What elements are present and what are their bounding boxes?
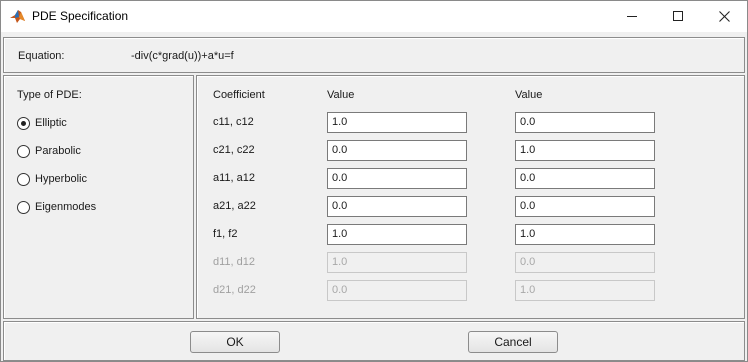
matlab-logo-icon xyxy=(9,8,26,25)
coefficient-value-1-field[interactable]: 1.0 xyxy=(327,112,467,133)
value-column-header-2: Value xyxy=(515,89,543,101)
radio-label: Parabolic xyxy=(35,145,81,157)
dialog-window: PDE Specification Equation: -div(c*grad(… xyxy=(0,0,748,362)
coefficient-name: f1, f2 xyxy=(213,228,238,240)
coefficient-value-1-field[interactable]: 0.0 xyxy=(327,168,467,189)
coefficient-value-2-field[interactable]: 0.0 xyxy=(515,168,655,189)
coefficient-value-1-field[interactable]: 0.0 xyxy=(327,140,467,161)
coefficient-value-2-field[interactable]: 1.0 xyxy=(515,224,655,245)
equation-label: Equation: xyxy=(18,50,65,62)
coefficient-value-2-field-disabled: 1.0 xyxy=(515,280,655,301)
coefficient-value-2-field-disabled: 0.0 xyxy=(515,252,655,273)
cancel-button[interactable]: Cancel xyxy=(468,331,558,353)
pde-type-panel: Type of PDE: Elliptic Parabolic Hyperbol… xyxy=(3,75,194,319)
equation-value: -div(c*grad(u))+a*u=f xyxy=(131,50,234,62)
maximize-button[interactable] xyxy=(655,1,701,32)
coefficient-value-1-field-disabled: 1.0 xyxy=(327,252,467,273)
radio-label: Hyperbolic xyxy=(35,173,87,185)
radio-eigenmodes[interactable]: Eigenmodes xyxy=(17,199,96,215)
coefficient-name-disabled: d21, d22 xyxy=(213,284,256,296)
radio-label: Eigenmodes xyxy=(35,201,97,213)
title-bar[interactable]: PDE Specification xyxy=(1,1,747,32)
radio-label: Elliptic xyxy=(35,117,67,129)
ok-button[interactable]: OK xyxy=(190,331,280,353)
radio-hyperbolic[interactable]: Hyperbolic xyxy=(17,171,87,187)
coefficient-name: a11, a12 xyxy=(213,172,256,184)
radio-unselected-icon[interactable] xyxy=(17,200,30,214)
coefficient-panel: Coefficient Value Value c11, c12 1.0 0.0… xyxy=(196,75,745,319)
coefficient-value-2-field[interactable]: 1.0 xyxy=(515,140,655,161)
pde-type-label: Type of PDE: xyxy=(17,89,82,101)
value-column-header-1: Value xyxy=(327,89,355,101)
equation-panel: Equation: -div(c*grad(u))+a*u=f xyxy=(3,37,745,73)
radio-unselected-icon[interactable] xyxy=(17,172,30,186)
radio-unselected-icon[interactable] xyxy=(17,144,30,158)
coefficient-value-1-field-disabled: 0.0 xyxy=(327,280,467,301)
radio-selected-icon[interactable] xyxy=(17,116,30,130)
coefficient-name: c11, c12 xyxy=(213,116,254,128)
coefficient-value-2-field[interactable]: 0.0 xyxy=(515,112,655,133)
close-button[interactable] xyxy=(701,1,747,32)
radio-elliptic[interactable]: Elliptic xyxy=(17,115,67,131)
coefficient-value-1-field[interactable]: 1.0 xyxy=(327,224,467,245)
coefficient-name: a21, a22 xyxy=(213,200,256,212)
coefficient-name-disabled: d11, d12 xyxy=(213,256,256,268)
coefficient-name: c21, c22 xyxy=(213,144,255,156)
window-title: PDE Specification xyxy=(32,9,129,23)
button-panel: OK Cancel xyxy=(3,321,745,361)
coefficient-column-header: Coefficient xyxy=(213,89,265,101)
radio-parabolic[interactable]: Parabolic xyxy=(17,143,81,159)
coefficient-value-1-field[interactable]: 0.0 xyxy=(327,196,467,217)
coefficient-value-2-field[interactable]: 0.0 xyxy=(515,196,655,217)
minimize-button[interactable] xyxy=(609,1,655,32)
